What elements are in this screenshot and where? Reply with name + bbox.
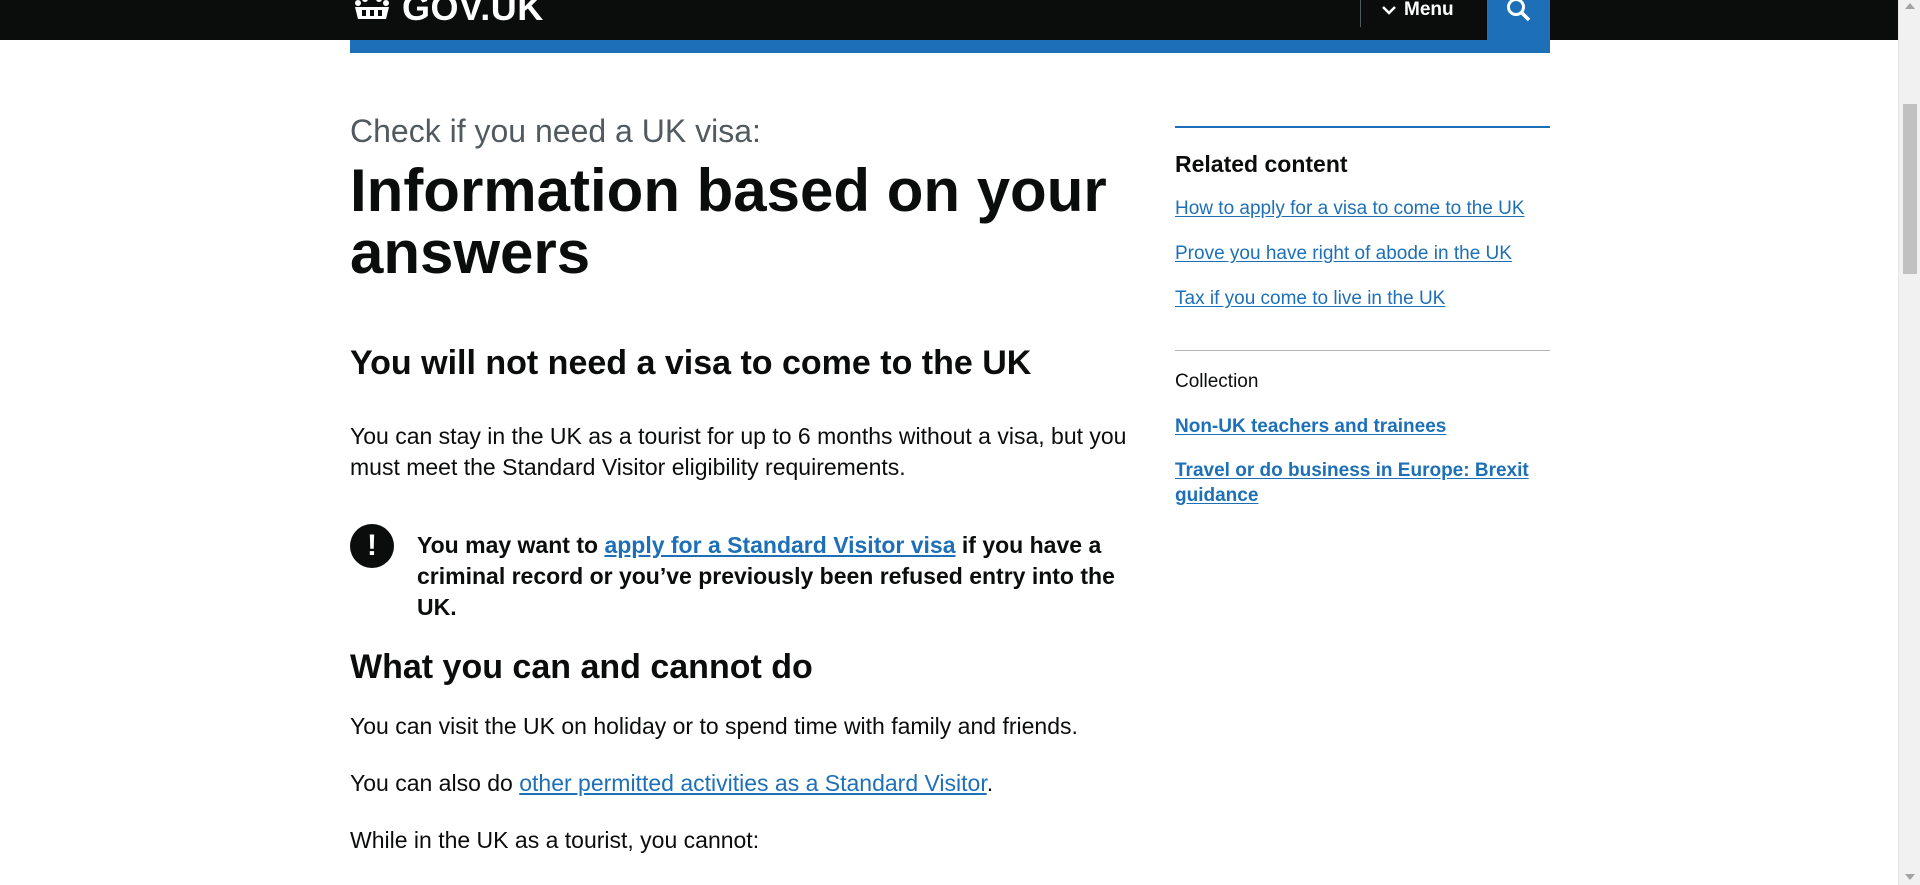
govuk-logo-link[interactable]: GOV.UK [350,0,544,28]
header-inner: GOV.UK Menu [350,0,1550,40]
menu-label: Menu [1404,0,1454,20]
result-heading: You will not need a visa to come to the … [350,344,1032,382]
collection-link-teachers[interactable]: Non-UK teachers and trainees [1175,414,1535,439]
apply-standard-visitor-visa-link[interactable]: apply for a Standard Visitor visa [604,532,955,558]
page-scrollbar[interactable] [1898,0,1920,885]
site-header: GOV.UK Menu [0,0,1898,40]
related-link-tax[interactable]: Tax if you come to live in the UK [1175,288,1445,310]
related-content-heading: Related content [1175,151,1348,177]
permitted-text-after: . [986,770,994,796]
permitted-activities-paragraph: You can also do other permitted activiti… [350,770,993,797]
related-link-apply-visa[interactable]: How to apply for a visa to come to the U… [1175,198,1525,220]
sidebar-top-rule [1175,126,1550,128]
permitted-activities-link[interactable]: other permitted activities as a Standard… [519,770,986,796]
collection-link-brexit[interactable]: Travel or do business in Europe: Brexit … [1175,458,1535,508]
visit-paragraph: You can visit the UK on holiday or to sp… [350,713,1078,739]
collection-label: Collection [1175,371,1259,392]
crown-icon [355,0,389,19]
search-icon [1506,0,1530,22]
logo-text: GOV.UK [402,0,544,28]
scroll-up-arrow-icon[interactable] [1905,3,1915,9]
page-title: Information based on your answers [350,157,1107,286]
permitted-text-before: You can also do [350,770,520,796]
warning-text-before: You may want to [417,532,605,558]
menu-divider [1360,0,1361,27]
header-blue-bar [350,40,1550,53]
can-cannot-heading: What you can and cannot do [350,648,813,686]
menu-button[interactable]: Menu [1382,0,1454,20]
scrollbar-thumb[interactable] [1903,104,1917,274]
search-button[interactable] [1487,0,1550,40]
result-paragraph: You can stay in the UK as a tourist for … [350,423,1127,480]
warning-icon: ! [350,524,394,568]
page-caption: Check if you need a UK visa: [350,113,761,149]
cannot-paragraph: While in the UK as a tourist, you cannot… [350,827,760,853]
chevron-down-icon [1382,6,1396,15]
warning-text: You may want to apply for a Standard Vis… [417,530,1147,623]
scroll-down-arrow-icon[interactable] [1905,874,1915,880]
sidebar-divider [1175,350,1550,351]
related-link-right-of-abode[interactable]: Prove you have right of abode in the UK [1175,243,1512,265]
